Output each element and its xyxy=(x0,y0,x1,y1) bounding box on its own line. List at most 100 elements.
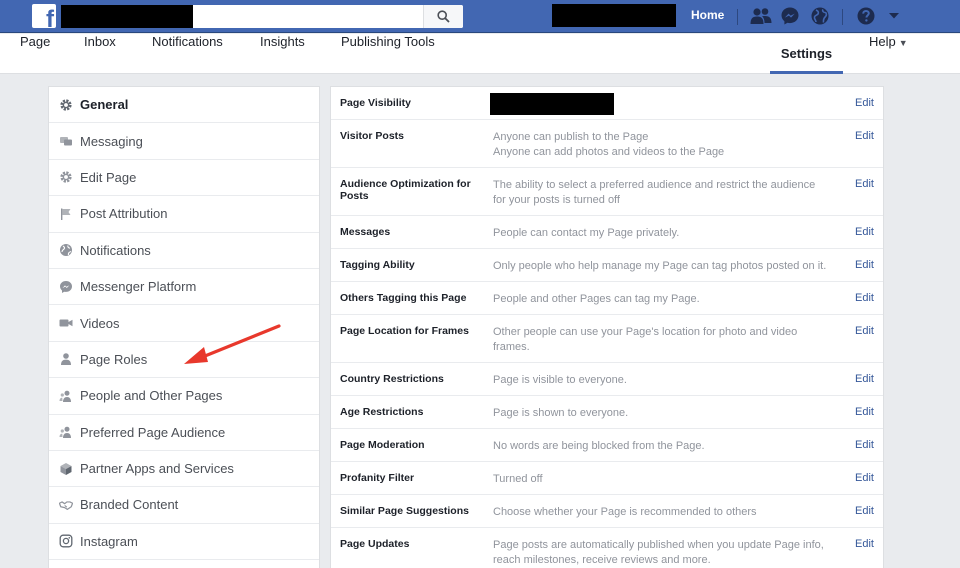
edit-link[interactable]: Edit xyxy=(855,406,874,418)
edit-link[interactable]: Edit xyxy=(855,226,874,238)
sidebar-item-messenger-platform[interactable]: Messenger Platform xyxy=(49,269,319,306)
sidebar-item-branded-content[interactable]: Branded Content xyxy=(49,487,319,524)
video-icon xyxy=(59,316,73,330)
sidebar-item-instagram[interactable]: Instagram xyxy=(49,524,319,561)
nav-settings[interactable]: Settings xyxy=(770,34,843,74)
redacted-profile-name[interactable] xyxy=(552,4,676,27)
sidebar-item-edit-page[interactable]: Edit Page xyxy=(49,160,319,197)
settings-row-description: The ability to select a preferred audien… xyxy=(493,178,843,208)
settings-row-page-updates[interactable]: Page Updates Page posts are automaticall… xyxy=(331,528,883,568)
edit-link[interactable]: Edit xyxy=(855,259,874,271)
people-icon xyxy=(59,425,73,439)
sidebar-item-label: Preferred Page Audience xyxy=(80,424,226,440)
settings-row-description-line: The ability to select a preferred audien… xyxy=(493,179,816,191)
edit-link[interactable]: Edit xyxy=(855,472,874,484)
sidebar-item-messaging[interactable]: Messaging xyxy=(49,123,319,160)
friend-requests-icon[interactable] xyxy=(750,5,772,27)
search-button[interactable] xyxy=(423,5,463,28)
nav-help[interactable]: Help ▼ xyxy=(869,34,908,74)
edit-link[interactable]: Edit xyxy=(855,373,874,385)
help-button[interactable] xyxy=(855,5,877,27)
gear-icon xyxy=(59,170,73,184)
settings-row-page-moderation[interactable]: Page Moderation No words are being block… xyxy=(331,429,883,462)
globe-icon xyxy=(811,7,829,25)
edit-link[interactable]: Edit xyxy=(855,178,874,190)
nav-inbox[interactable]: Inbox xyxy=(84,34,116,74)
edit-link[interactable]: Edit xyxy=(855,538,874,550)
redacted-search-text xyxy=(61,5,193,28)
sidebar-item-label: Branded Content xyxy=(80,497,179,513)
account-menu-button[interactable] xyxy=(883,5,905,27)
settings-row-description: Only people who help manage my Page can … xyxy=(493,260,827,272)
settings-row-label: Visitor Posts xyxy=(340,130,404,142)
settings-row-page-visibility[interactable]: Page Visibility Edit xyxy=(331,87,883,120)
settings-row-description: Other people can use your Page's locatio… xyxy=(493,325,843,355)
top-divider xyxy=(842,9,843,25)
person-icon xyxy=(59,352,73,366)
red-arrow-annotation xyxy=(184,324,281,364)
edit-link[interactable]: Edit xyxy=(855,325,874,337)
sidebar-item-label: People and Other Pages xyxy=(80,388,223,404)
settings-row-label: Page Location for Frames xyxy=(340,325,469,337)
settings-row-label: Page Moderation xyxy=(340,439,425,451)
sidebar-item-label: Videos xyxy=(80,315,120,331)
settings-row-messages[interactable]: Messages People can contact my Page priv… xyxy=(331,216,883,249)
settings-row-description: People can contact my Page privately. xyxy=(493,227,680,239)
settings-row-similar-page-suggestions[interactable]: Similar Page Suggestions Choose whether … xyxy=(331,495,883,528)
settings-row-description: Turned off xyxy=(493,473,543,485)
sidebar-item-general[interactable]: General xyxy=(49,87,319,124)
settings-row-label: Messages xyxy=(340,226,391,238)
sidebar-item-people-and-other-pages[interactable]: People and Other Pages xyxy=(49,378,319,415)
instagram-icon xyxy=(59,534,73,548)
sidebar-item-post-attribution[interactable]: Post Attribution xyxy=(49,196,319,233)
settings-row-profanity-filter[interactable]: Profanity Filter Turned off Edit xyxy=(331,462,883,495)
nav-notifications[interactable]: Notifications xyxy=(152,34,223,74)
nav-insights[interactable]: Insights xyxy=(260,34,305,74)
sidebar-item-label: Post Attribution xyxy=(80,206,168,222)
question-icon xyxy=(857,7,875,25)
notifications-button[interactable] xyxy=(809,5,831,27)
settings-row-label: Profanity Filter xyxy=(340,472,415,484)
settings-row-others-tagging[interactable]: Others Tagging this Page People and othe… xyxy=(331,282,883,315)
settings-row-label: Country Restrictions xyxy=(340,373,444,385)
messaging-icon xyxy=(59,134,73,148)
facebook-logo[interactable]: f xyxy=(32,4,56,28)
search-box[interactable] xyxy=(61,5,463,28)
caret-down-icon: ▼ xyxy=(898,38,908,48)
sidebar-item-label: Messenger Platform xyxy=(80,279,197,295)
settings-row-label: Others Tagging this Page xyxy=(340,292,467,304)
nav-page[interactable]: Page xyxy=(20,34,50,74)
settings-row-description: Page is visible to everyone. xyxy=(493,374,627,386)
messenger-button[interactable] xyxy=(779,5,801,27)
settings-row-label: Similar Page Suggestions xyxy=(340,505,469,517)
settings-row-tagging-ability[interactable]: Tagging Ability Only people who help man… xyxy=(331,249,883,282)
edit-link[interactable]: Edit xyxy=(855,505,874,517)
nav-publishing-tools[interactable]: Publishing Tools xyxy=(341,34,435,74)
sidebar-item-preferred-page-audience[interactable]: Preferred Page Audience xyxy=(49,415,319,451)
edit-link[interactable]: Edit xyxy=(855,97,874,109)
edit-link[interactable]: Edit xyxy=(855,439,874,451)
home-link[interactable]: Home xyxy=(691,8,724,22)
search-input[interactable] xyxy=(195,5,425,28)
sidebar-item-partner-apps-and-services[interactable]: Partner Apps and Services xyxy=(49,451,319,488)
settings-row-description: People and other Pages can tag my Page. xyxy=(493,293,700,305)
settings-row-age-restrictions[interactable]: Age Restrictions Page is shown to everyo… xyxy=(331,396,883,429)
sidebar-item-label: Page Roles xyxy=(80,351,148,367)
settings-row-description: Choose whether your Page is recommended … xyxy=(493,506,757,518)
sidebar-item-notifications[interactable]: Notifications xyxy=(49,233,319,269)
nav-help-label: Help xyxy=(869,34,896,49)
edit-link[interactable]: Edit xyxy=(855,130,874,142)
settings-row-description-line: for your posts is turned off xyxy=(493,194,620,206)
cube-icon xyxy=(59,462,73,476)
caret-down-icon xyxy=(889,13,899,19)
settings-row-page-location-frames[interactable]: Page Location for Frames Other people ca… xyxy=(331,315,883,363)
settings-row-audience-optimization[interactable]: Audience Optimization for Posts The abil… xyxy=(331,168,883,216)
search-icon xyxy=(437,10,450,23)
sidebar-item-label: Instagram xyxy=(80,533,138,549)
edit-link[interactable]: Edit xyxy=(855,292,874,304)
settings-row-country-restrictions[interactable]: Country Restrictions Page is visible to … xyxy=(331,363,883,396)
top-divider xyxy=(737,9,738,25)
settings-row-visitor-posts[interactable]: Visitor Posts Anyone can publish to the … xyxy=(331,120,883,168)
settings-row-description-line: reach milestones, receive reviews and mo… xyxy=(493,554,711,566)
general-settings-panel: Page Visibility Edit Visitor Posts Anyon… xyxy=(330,86,884,568)
